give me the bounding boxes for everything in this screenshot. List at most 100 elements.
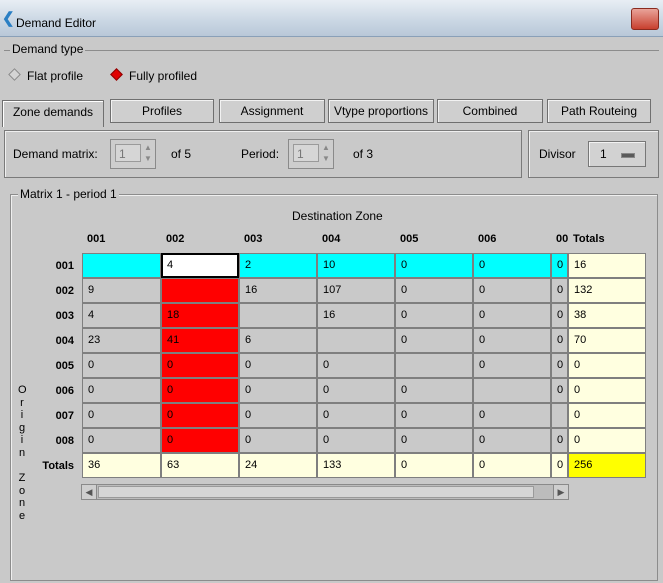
matrix-cell[interactable]: 0 [395, 403, 473, 428]
matrix-cell[interactable]: 0 [317, 403, 395, 428]
tab-combined[interactable]: Combined [437, 99, 543, 123]
demand-matrix-spinner[interactable]: 1 ▲ ▼ [110, 139, 156, 169]
matrix-cell[interactable]: 0 [239, 378, 317, 403]
matrix-cell[interactable]: 0 [551, 353, 568, 378]
matrix-cell[interactable]: 0 [317, 378, 395, 403]
matrix-cell[interactable]: 41 [161, 328, 239, 353]
matrix-cell[interactable]: 0 [82, 428, 161, 453]
window-title: Demand Editor [16, 16, 97, 30]
matrix-cell[interactable]: 0 [473, 428, 551, 453]
matrix-cell[interactable] [473, 378, 551, 403]
matrix-cell[interactable]: 0 [551, 303, 568, 328]
matrix-cell[interactable]: 0 [317, 428, 395, 453]
column-total-cell: 36 [82, 453, 161, 478]
origin-zone-letter: i [20, 409, 24, 422]
divisor-dropdown[interactable]: 1 [588, 141, 646, 167]
demand-matrix-label: Demand matrix: [13, 147, 98, 161]
matrix-cell[interactable]: 10 [317, 253, 395, 278]
matrix-cell[interactable]: 107 [317, 278, 395, 303]
tab-path-routeing[interactable]: Path Routeing [547, 99, 651, 123]
matrix-cell[interactable] [317, 328, 395, 353]
matrix-cell[interactable]: 18 [161, 303, 239, 328]
origin-zone-letter: O [18, 384, 27, 396]
matrix-group-label: Matrix 1 - period 1 [18, 187, 119, 201]
matrix-cell[interactable]: 0 [473, 303, 551, 328]
diamond-radio-icon [8, 68, 21, 81]
matrix-cell[interactable]: 0 [473, 403, 551, 428]
matrix-cell[interactable]: 0 [551, 428, 568, 453]
radio-flat-profile[interactable]: Flat profile [8, 68, 84, 83]
matrix-cell[interactable]: 0 [473, 278, 551, 303]
demand-matrix-input[interactable]: 1 [115, 144, 141, 162]
matrix-cell[interactable]: 0 [395, 303, 473, 328]
column-header: 004 [322, 233, 341, 245]
horizontal-scrollbar[interactable]: ◀ ▶ [81, 484, 569, 500]
matrix-cell[interactable]: 0 [161, 428, 239, 453]
column-total-cell: 0 [551, 453, 568, 478]
matrix-cell[interactable]: 0 [239, 353, 317, 378]
matrix-cell[interactable]: 0 [239, 403, 317, 428]
tab-assignment[interactable]: Assignment [219, 99, 325, 123]
matrix-cell[interactable] [161, 278, 239, 303]
matrix-cell[interactable]: 0 [161, 403, 239, 428]
matrix-cell[interactable]: 0 [551, 378, 568, 403]
matrix-cell[interactable] [395, 353, 473, 378]
column-total-cell: 63 [161, 453, 239, 478]
row-total-cell: 132 [568, 278, 646, 303]
period-input[interactable]: 1 [293, 144, 319, 162]
totals-column-header: Totals [573, 233, 605, 245]
column-header: 003 [244, 233, 263, 245]
matrix-cell[interactable]: 23 [82, 328, 161, 353]
radio-fully-profiled[interactable]: Fully profiled [110, 68, 198, 83]
matrix-cell[interactable]: 0 [395, 428, 473, 453]
matrix-cell[interactable]: 0 [239, 428, 317, 453]
matrix-cell[interactable] [82, 253, 161, 278]
matrix-cell[interactable]: 16 [239, 278, 317, 303]
tab-vtype-proportions[interactable]: Vtype proportions [328, 99, 434, 123]
matrix-cell[interactable] [239, 303, 317, 328]
close-button[interactable] [631, 8, 659, 30]
matrix-cell[interactable]: 0 [395, 378, 473, 403]
row-header: 008 [55, 435, 74, 447]
scroll-right-icon[interactable]: ▶ [553, 485, 568, 499]
matrix-cell[interactable]: 0 [473, 353, 551, 378]
radio-flat-profile-label: Flat profile [27, 69, 84, 83]
scroll-left-icon[interactable]: ◀ [82, 485, 97, 499]
radio-fully-profiled-label: Fully profiled [129, 69, 198, 83]
matrix-cell[interactable]: 0 [161, 353, 239, 378]
matrix-cell[interactable]: 0 [82, 378, 161, 403]
matrix-cell[interactable]: 0 [473, 328, 551, 353]
destination-zone-label: Destination Zone [292, 209, 383, 223]
matrix-cell[interactable]: 0 [82, 353, 161, 378]
matrix-cell[interactable]: 0 [395, 253, 473, 278]
tab-profiles[interactable]: Profiles [110, 99, 214, 123]
matrix-cell[interactable]: 0 [551, 253, 568, 278]
matrix-cell[interactable]: 0 [551, 328, 568, 353]
spinner-arrows-icon[interactable]: ▲ ▼ [322, 142, 331, 164]
matrix-cell[interactable]: 0 [395, 328, 473, 353]
origin-zone-letter: e [18, 510, 26, 522]
matrix-cell[interactable]: 4 [82, 303, 161, 328]
matrix-cell[interactable]: 4 [161, 253, 239, 278]
row-total-cell: 16 [568, 253, 646, 278]
matrix-cell[interactable]: 0 [551, 278, 568, 303]
matrix-cell[interactable]: 16 [317, 303, 395, 328]
scroll-thumb[interactable] [98, 486, 534, 498]
tab-zone-demands[interactable]: Zone demands [2, 100, 104, 127]
origin-zone-letter: g [18, 421, 26, 434]
column-total-cell: 0 [395, 453, 473, 478]
matrix-cell[interactable]: 0 [82, 403, 161, 428]
row-total-cell: 38 [568, 303, 646, 328]
matrix-cell[interactable]: 0 [317, 353, 395, 378]
origin-zone-letter: o [18, 484, 26, 497]
period-spinner[interactable]: 1 ▲ ▼ [288, 139, 334, 169]
matrix-cell[interactable]: 6 [239, 328, 317, 353]
spinner-arrows-icon[interactable]: ▲ ▼ [144, 142, 153, 164]
matrix-cell[interactable]: 9 [82, 278, 161, 303]
matrix-cell[interactable]: 0 [395, 278, 473, 303]
matrix-cell[interactable] [551, 403, 568, 428]
dropdown-indicator-icon [621, 153, 635, 158]
matrix-cell[interactable]: 0 [161, 378, 239, 403]
matrix-cell[interactable]: 2 [239, 253, 317, 278]
matrix-cell[interactable]: 0 [473, 253, 551, 278]
